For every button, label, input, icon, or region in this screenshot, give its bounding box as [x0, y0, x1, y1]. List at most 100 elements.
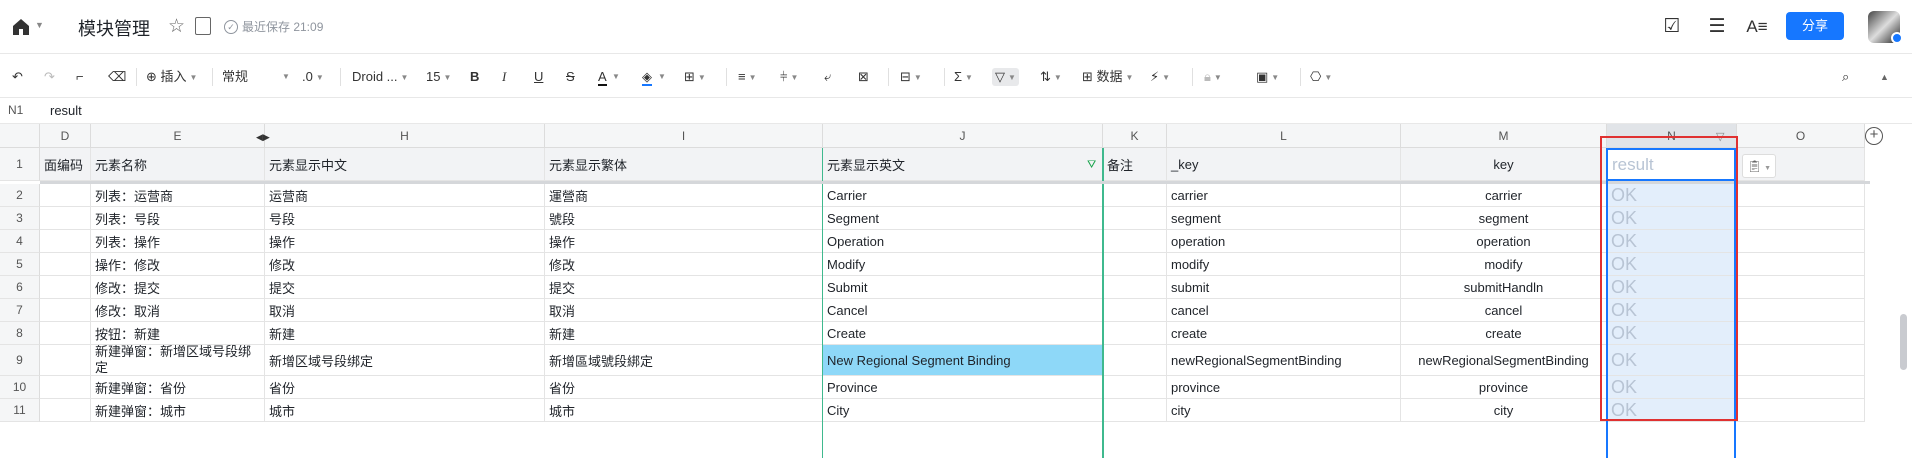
- eraser-icon[interactable]: ⌫: [108, 68, 126, 86]
- strikethrough-icon[interactable]: S: [566, 68, 575, 86]
- redo-icon[interactable]: ↷: [44, 68, 55, 86]
- col-header-D[interactable]: D: [40, 124, 91, 148]
- cell-I11[interactable]: 城市: [545, 399, 823, 422]
- cell-E9[interactable]: 新建弹窗：新增区域号段绑定: [91, 345, 265, 376]
- chevron-down-icon[interactable]: ▼: [658, 68, 666, 86]
- cell-J5[interactable]: Modify: [823, 253, 1103, 276]
- home-menu-caret-icon[interactable]: ▼: [35, 21, 44, 30]
- row-header[interactable]: 5: [0, 253, 40, 276]
- cell-H7[interactable]: 取消: [265, 299, 545, 322]
- bookmark-icon[interactable]: [195, 17, 211, 35]
- cell-N2[interactable]: OK: [1607, 184, 1737, 207]
- font-family-select[interactable]: Droid ... ▼: [352, 68, 408, 86]
- cell-H5[interactable]: 修改: [265, 253, 545, 276]
- lock-icon[interactable]: 🔒︎ ▼: [1204, 68, 1222, 86]
- cell-E2[interactable]: 列表：运营商: [91, 184, 265, 207]
- cell-L11[interactable]: city: [1167, 399, 1401, 422]
- cell-D11[interactable]: [40, 399, 91, 422]
- cell-H4[interactable]: 操作: [265, 230, 545, 253]
- header-cell-M[interactable]: key: [1401, 148, 1607, 181]
- add-column-button[interactable]: +: [1865, 127, 1883, 145]
- header-cell-L[interactable]: _key: [1167, 148, 1401, 181]
- cell-N11[interactable]: OK: [1607, 399, 1737, 422]
- cell-E8[interactable]: 按钮：新建: [91, 322, 265, 345]
- row-header[interactable]: 9: [0, 345, 40, 376]
- fill-color-icon[interactable]: ◈: [642, 68, 652, 86]
- font-color-icon[interactable]: A: [598, 68, 607, 86]
- cell-H6[interactable]: 提交: [265, 276, 545, 299]
- col-header-O[interactable]: O: [1737, 124, 1865, 148]
- conditional-format-icon[interactable]: ⚡ ▼: [1150, 68, 1170, 86]
- cell-J9[interactable]: New Regional Segment Binding: [823, 345, 1103, 376]
- cell-O5[interactable]: [1737, 253, 1865, 276]
- cell-K6[interactable]: [1103, 276, 1167, 299]
- col-header-L[interactable]: L: [1167, 124, 1401, 148]
- cell-D6[interactable]: [40, 276, 91, 299]
- row-header[interactable]: 8: [0, 322, 40, 345]
- cell-M2[interactable]: carrier: [1401, 184, 1607, 207]
- cell-E5[interactable]: 操作：修改: [91, 253, 265, 276]
- cell-H11[interactable]: 城市: [265, 399, 545, 422]
- row-header[interactable]: 3: [0, 207, 40, 230]
- wrap-text-icon[interactable]: ⤶: [824, 68, 831, 86]
- collapse-toolbar-icon[interactable]: ▲: [1880, 68, 1889, 86]
- cell-L6[interactable]: submit: [1167, 276, 1401, 299]
- border-icon[interactable]: ⊞ ▼: [684, 68, 706, 86]
- cell-O3[interactable]: [1737, 207, 1865, 230]
- cell-M9[interactable]: newRegionalSegmentBinding: [1401, 345, 1607, 376]
- cell-N6[interactable]: OK: [1607, 276, 1737, 299]
- cell-O6[interactable]: [1737, 276, 1865, 299]
- cell-J2[interactable]: Carrier: [823, 184, 1103, 207]
- cell-E7[interactable]: 修改：取消: [91, 299, 265, 322]
- cell-N4[interactable]: OK: [1607, 230, 1737, 253]
- number-format-select[interactable]: 常规: [222, 68, 286, 86]
- col-header-E[interactable]: E: [91, 124, 265, 148]
- cell-O10[interactable]: [1737, 376, 1865, 399]
- cell-O7[interactable]: [1737, 299, 1865, 322]
- col-header-H[interactable]: H: [265, 124, 545, 148]
- header-cell-D[interactable]: 面编码: [40, 148, 91, 181]
- paste-options-button[interactable]: 📋︎ ▼: [1742, 154, 1776, 178]
- cell-M10[interactable]: province: [1401, 376, 1607, 399]
- cell-reference[interactable]: N1: [8, 103, 23, 117]
- align-icon[interactable]: ≡ ▼: [738, 68, 757, 86]
- formula-input[interactable]: result: [50, 103, 82, 118]
- cell-K2[interactable]: [1103, 184, 1167, 207]
- cell-K9[interactable]: [1103, 345, 1167, 376]
- row-header[interactable]: 10: [0, 376, 40, 399]
- cell-O11[interactable]: [1737, 399, 1865, 422]
- merge-cells-icon[interactable]: ⊠: [858, 68, 869, 86]
- cell-J10[interactable]: Province: [823, 376, 1103, 399]
- column-filter-icon[interactable]: ▽: [1716, 128, 1724, 146]
- cell-N3[interactable]: OK: [1607, 207, 1737, 230]
- row-header[interactable]: 11: [0, 399, 40, 422]
- cell-E6[interactable]: 修改：提交: [91, 276, 265, 299]
- chevron-down-icon[interactable]: ▼: [282, 68, 290, 86]
- active-filter-icon[interactable]: ⛛: [1087, 159, 1099, 171]
- col-header-J[interactable]: J: [823, 124, 1103, 148]
- cell-K5[interactable]: [1103, 253, 1167, 276]
- cell-I4[interactable]: 操作: [545, 230, 823, 253]
- row-header[interactable]: 2: [0, 184, 40, 207]
- cell-H9[interactable]: 新增区域号段绑定: [265, 345, 545, 376]
- cell-E3[interactable]: 列表：号段: [91, 207, 265, 230]
- cell-H8[interactable]: 新建: [265, 322, 545, 345]
- vertical-align-icon[interactable]: ⫩ ▼: [780, 68, 798, 86]
- cell-L7[interactable]: cancel: [1167, 299, 1401, 322]
- row-header[interactable]: 7: [0, 299, 40, 322]
- font-size-select[interactable]: 15 ▼: [426, 68, 451, 86]
- cell-O4[interactable]: [1737, 230, 1865, 253]
- cell-M8[interactable]: create: [1401, 322, 1607, 345]
- freeze-icon[interactable]: ⊟ ▼: [900, 68, 922, 86]
- cell-M3[interactable]: segment: [1401, 207, 1607, 230]
- home-icon[interactable]: [10, 16, 32, 38]
- cell-J6[interactable]: Submit: [823, 276, 1103, 299]
- plugin-icon[interactable]: ⎔ ▼: [1310, 68, 1332, 86]
- cell-I8[interactable]: 新建: [545, 322, 823, 345]
- form-icon[interactable]: ▣ ▼: [1256, 68, 1279, 86]
- cell-D8[interactable]: [40, 322, 91, 345]
- cell-M4[interactable]: operation: [1401, 230, 1607, 253]
- vertical-scrollbar[interactable]: [1900, 314, 1907, 370]
- hidden-columns-expand-icon[interactable]: ◀▶: [256, 128, 270, 146]
- cell-H2[interactable]: 运营商: [265, 184, 545, 207]
